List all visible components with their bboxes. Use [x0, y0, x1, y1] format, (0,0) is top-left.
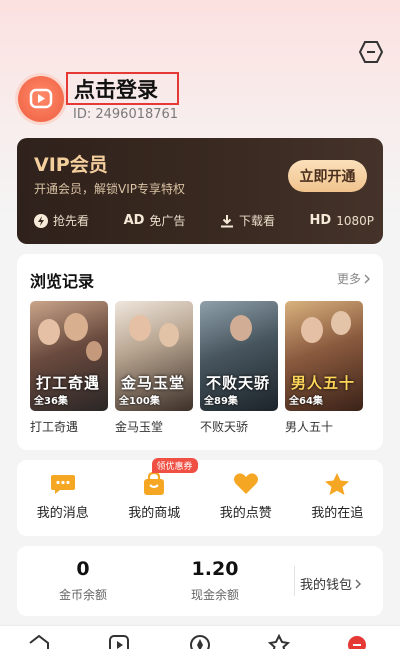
- coin-balance[interactable]: 0 金币余额: [55, 558, 111, 603]
- perk-hd: HD 1080P: [310, 212, 374, 229]
- shortcut-likes[interactable]: 我的点赞: [200, 460, 292, 536]
- history-item[interactable]: 打工奇遇 全36集 打工奇遇: [30, 301, 108, 435]
- shop-bag-icon: [144, 472, 165, 495]
- shortcut-label: 我的在追: [311, 506, 364, 521]
- episode-count: 全89集: [204, 396, 238, 407]
- my-wallet-link[interactable]: 我的钱包: [300, 574, 362, 593]
- heart-icon: [233, 473, 258, 494]
- settings-hex-icon: [358, 41, 384, 63]
- history-title: 浏览记录: [30, 272, 95, 291]
- history-item[interactable]: 金马玉堂 全100集 金马玉堂: [115, 301, 193, 435]
- shortcut-messages[interactable]: 我的消息: [17, 460, 109, 536]
- login-text: 点击登录: [74, 77, 158, 102]
- shortcut-label: 我的商城: [128, 506, 181, 521]
- vip-subtitle: 开通会员，解锁VIP专享特权: [34, 182, 185, 196]
- history-section: 浏览记录 更多 打工奇遇 全36集 打工奇遇 金马玉堂 全100集 金马玉堂 不…: [17, 254, 383, 450]
- perk-label: 1080P: [336, 213, 374, 228]
- more-label: 更多: [336, 272, 361, 286]
- show-name: 男人五十: [285, 420, 334, 434]
- message-icon: [50, 475, 75, 494]
- poster-title: 不败天骄: [206, 374, 271, 392]
- history-list: 打工奇遇 全36集 打工奇遇 金马玉堂 全100集 金马玉堂 不败天骄 全89集…: [30, 301, 363, 435]
- shortcut-shop[interactable]: 领优惠券 我的商城: [109, 458, 201, 536]
- coin-label: 金币余额: [58, 588, 107, 602]
- show-name: 打工奇遇: [30, 420, 79, 434]
- poster-image: 金马玉堂 全100集: [115, 301, 193, 411]
- settings-button[interactable]: [358, 40, 384, 64]
- perk-label: 抢先看: [53, 214, 90, 228]
- hd-icon: HD: [309, 213, 332, 228]
- login-button[interactable]: 点击登录: [66, 72, 179, 105]
- history-more-link[interactable]: 更多: [337, 270, 371, 287]
- episode-count: 全64集: [289, 396, 323, 407]
- avatar[interactable]: [18, 76, 64, 122]
- perk-label: 下载看: [238, 214, 275, 228]
- poster-image: 打工奇遇 全36集: [30, 301, 108, 411]
- bottom-tab-bar: [0, 625, 400, 649]
- star-tab-icon[interactable]: [268, 634, 290, 649]
- vip-title: VIP会员: [34, 154, 108, 176]
- poster-title: 男人五十: [291, 374, 356, 392]
- cash-balance[interactable]: 1.20 现金余额: [185, 558, 245, 603]
- shortcut-label: 我的消息: [36, 506, 89, 521]
- perk-download: 下载看: [220, 212, 275, 229]
- profile-icon[interactable]: [346, 634, 368, 649]
- vip-card[interactable]: VIP会员 开通会员，解锁VIP专享特权 立即开通 抢先看 AD 免广告 下载看…: [17, 138, 383, 244]
- cash-value: 1.20: [191, 558, 239, 580]
- shortcut-label: 我的点赞: [219, 506, 272, 521]
- poster-title: 金马玉堂: [121, 374, 186, 392]
- discover-icon[interactable]: [189, 634, 211, 649]
- vip-perks: 抢先看 AD 免广告 下载看 HD 1080P: [34, 212, 374, 229]
- perk-early-access: 抢先看: [34, 212, 89, 229]
- shortcut-following[interactable]: 我的在追: [292, 460, 384, 536]
- perk-no-ads: AD 免广告: [124, 212, 186, 229]
- show-name: 不败天骄: [200, 420, 249, 434]
- wallet-card: 0 金币余额 1.20 现金余额 我的钱包: [17, 546, 383, 616]
- history-item[interactable]: 不败天骄 全89集 不败天骄: [200, 301, 278, 435]
- episode-count: 全36集: [34, 396, 68, 407]
- star-icon: [325, 473, 350, 495]
- play-logo-icon: [29, 88, 53, 109]
- chevron-right-icon: [364, 274, 370, 283]
- ad-icon: AD: [123, 213, 145, 228]
- show-name: 金马玉堂: [115, 420, 164, 434]
- play-icon[interactable]: [108, 634, 130, 649]
- poster-title: 打工奇遇: [36, 374, 101, 392]
- user-id: ID: 2496018761: [73, 107, 179, 122]
- history-item[interactable]: 男人五十 全64集 男人五十: [285, 301, 363, 435]
- cash-label: 现金余额: [190, 588, 239, 602]
- divider: [294, 566, 295, 596]
- perk-label: 免广告: [149, 214, 186, 228]
- coin-value: 0: [76, 558, 90, 580]
- home-icon[interactable]: [28, 634, 50, 649]
- poster-image: 男人五十 全64集: [285, 301, 363, 411]
- chevron-right-icon: [355, 579, 362, 588]
- download-icon: [220, 214, 234, 228]
- episode-count: 全100集: [119, 396, 160, 407]
- poster-image: 不败天骄 全89集: [200, 301, 278, 411]
- vip-open-button[interactable]: 立即开通: [288, 160, 367, 192]
- shortcut-grid: 我的消息 领优惠券 我的商城 我的点赞 我的在追: [17, 458, 384, 536]
- wallet-link-label: 我的钱包: [300, 578, 353, 593]
- coupon-badge[interactable]: 领优惠券: [151, 458, 198, 473]
- lightning-icon: [34, 213, 48, 228]
